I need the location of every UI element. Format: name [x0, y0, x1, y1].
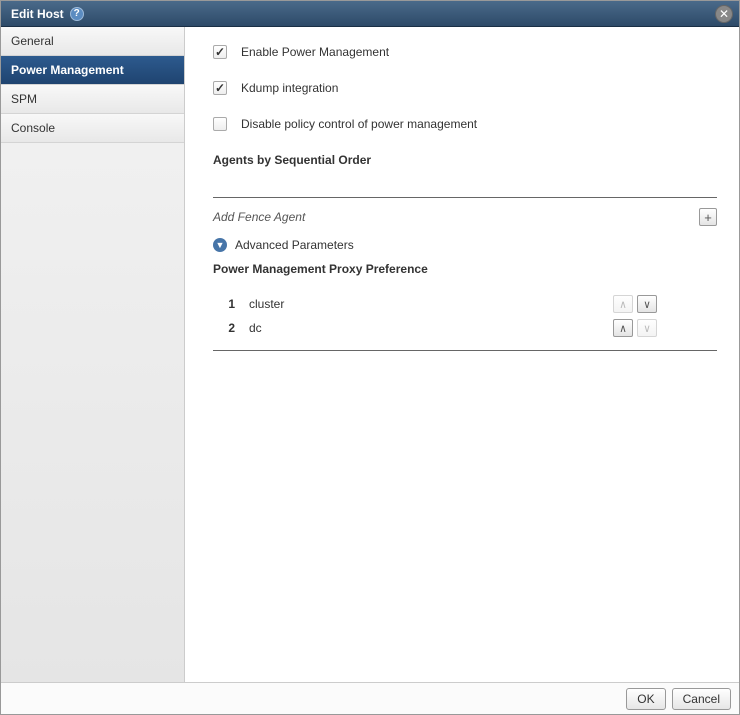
proxy-row-name: cluster: [249, 297, 509, 311]
proxy-row-controls: ∧ ∨: [613, 319, 717, 337]
move-down-button[interactable]: ∨: [637, 295, 657, 313]
proxy-row-index: 2: [213, 321, 249, 335]
move-up-button[interactable]: ∧: [613, 295, 633, 313]
proxy-row: 1 cluster ∧ ∨: [213, 292, 717, 316]
enable-pm-checkbox[interactable]: [213, 45, 227, 59]
disable-policy-label: Disable policy control of power manageme…: [241, 117, 477, 131]
divider-agents: [213, 197, 717, 198]
disable-policy-row: Disable policy control of power manageme…: [213, 117, 717, 131]
tab-spm[interactable]: SPM: [1, 85, 184, 114]
disable-policy-checkbox[interactable]: [213, 117, 227, 131]
proxy-preference-heading: Power Management Proxy Preference: [213, 262, 717, 276]
proxy-row-index: 1: [213, 297, 249, 311]
dialog-footer: OK Cancel: [1, 682, 739, 714]
edit-host-dialog: Edit Host ? ✕ General Power Management S…: [0, 0, 740, 715]
proxy-row-controls: ∧ ∨: [613, 295, 717, 313]
dialog-title: Edit Host: [11, 7, 64, 21]
proxy-row-name: dc: [249, 321, 509, 335]
help-icon[interactable]: ?: [70, 7, 84, 21]
dialog-body: General Power Management SPM Console Ena…: [1, 27, 739, 682]
move-down-button[interactable]: ∨: [637, 319, 657, 337]
add-fence-agent-row: Add Fence Agent +: [213, 208, 717, 226]
add-fence-agent-button[interactable]: +: [699, 208, 717, 226]
chevron-down-icon: ▼: [213, 238, 227, 252]
add-fence-agent-label: Add Fence Agent: [213, 210, 305, 224]
move-up-button[interactable]: ∧: [613, 319, 633, 337]
ok-button[interactable]: OK: [626, 688, 665, 710]
enable-pm-label: Enable Power Management: [241, 45, 389, 59]
tab-console[interactable]: Console: [1, 114, 184, 143]
advanced-parameters-toggle[interactable]: ▼ Advanced Parameters: [213, 238, 717, 252]
proxy-table: 1 cluster ∧ ∨ 2 dc ∧ ∨: [213, 292, 717, 340]
content-panel: Enable Power Management Kdump integratio…: [185, 27, 739, 682]
agents-heading: Agents by Sequential Order: [213, 153, 717, 167]
sidebar-fill: [1, 143, 184, 682]
divider-proxy: [213, 350, 717, 351]
close-icon[interactable]: ✕: [715, 5, 733, 23]
kdump-checkbox[interactable]: [213, 81, 227, 95]
kdump-row: Kdump integration: [213, 81, 717, 95]
enable-pm-row: Enable Power Management: [213, 45, 717, 59]
cancel-button[interactable]: Cancel: [672, 688, 731, 710]
sidebar: General Power Management SPM Console: [1, 27, 185, 682]
kdump-label: Kdump integration: [241, 81, 338, 95]
title-bar: Edit Host ? ✕: [1, 1, 739, 27]
proxy-row: 2 dc ∧ ∨: [213, 316, 717, 340]
advanced-parameters-label: Advanced Parameters: [235, 238, 354, 252]
tab-general[interactable]: General: [1, 27, 184, 56]
tab-power-management[interactable]: Power Management: [1, 56, 184, 85]
